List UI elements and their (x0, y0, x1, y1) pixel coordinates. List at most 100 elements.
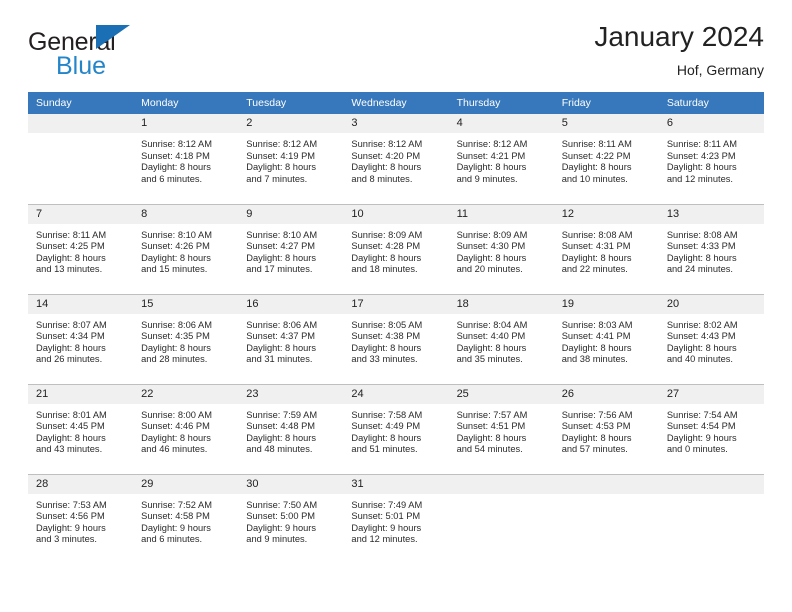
calendar-day-cell[interactable]: 30 Sunrise: 7:50 AM Sunset: 5:00 PM Dayligh… (238, 473, 344, 564)
daylight-text-line2: and 48 minutes. (246, 444, 313, 455)
calendar-day-cell[interactable]: 21 Sunrise: 8:01 AM Sunset: 4:45 PM Dayligh… (28, 383, 134, 474)
sunset-text: Sunset: 4:46 PM (141, 421, 210, 432)
daylight-text-line1: Daylight: 8 hours (36, 252, 106, 263)
calendar-day-cell[interactable]: 27 Sunrise: 7:54 AM Sunset: 4:54 PM Dayligh… (658, 383, 764, 474)
sunrise-text: Sunrise: 8:11 AM (36, 229, 107, 240)
calendar-day-cell[interactable]: 12 Sunrise: 8:08 AM Sunset: 4:31 PM Dayligh… (553, 203, 659, 294)
calendar-day-cell[interactable]: 29 Sunrise: 7:52 AM Sunset: 4:58 PM Dayligh… (133, 473, 239, 564)
calendar-day-cell[interactable]: 3 Sunrise: 8:12 AM Sunset: 4:20 PM Daylight… (343, 114, 449, 204)
daylight-text-line1: Daylight: 9 hours (666, 432, 737, 443)
daylight-text-line1: Daylight: 8 hours (561, 252, 632, 263)
daylight-text-line2: and 26 minutes. (36, 354, 103, 365)
day-number: 23 (238, 384, 344, 404)
calendar-day-cell[interactable]: 1 Sunrise: 8:12 AM Sunset: 4:18 PM Daylight… (133, 114, 239, 204)
daylight-text-line1: Daylight: 8 hours (246, 342, 317, 353)
daylight-text-line1: Daylight: 9 hours (246, 522, 317, 533)
calendar-day-cell[interactable]: 24 Sunrise: 7:58 AM Sunset: 4:49 PM Dayligh… (343, 383, 449, 474)
day-details: Sunrise: 8:06 AM Sunset: 4:35 PM Daylight:… (133, 314, 238, 366)
day-details: Sunrise: 8:06 AM Sunset: 4:37 PM Daylight:… (238, 314, 343, 366)
day-details: Sunrise: 8:01 AM Sunset: 4:45 PM Daylight:… (28, 404, 133, 456)
calendar-day-cell[interactable]: 7 Sunrise: 8:11 AM Sunset: 4:25 PM Daylight… (28, 203, 134, 294)
calendar-body: 1 Sunrise: 8:12 AM Sunset: 4:18 PM Daylight… (28, 114, 764, 564)
daylight-text-line2: and 38 minutes. (561, 354, 628, 365)
calendar-day-cell[interactable]: 20 Sunrise: 8:02 AM Sunset: 4:43 PM Dayligh… (658, 293, 764, 384)
day-details: Sunrise: 7:57 AM Sunset: 4:51 PM Daylight:… (449, 404, 554, 456)
daylight-text-line1: Daylight: 8 hours (351, 162, 422, 173)
day-details: Sunrise: 8:03 AM Sunset: 4:41 PM Daylight:… (554, 314, 659, 366)
calendar-day-cell[interactable]: 16 Sunrise: 8:06 AM Sunset: 4:37 PM Dayligh… (238, 293, 344, 384)
day-details: Sunrise: 7:53 AM Sunset: 4:56 PM Daylight:… (28, 494, 133, 546)
calendar-day-cell[interactable]: 6 Sunrise: 8:11 AM Sunset: 4:23 PM Daylight… (658, 114, 764, 204)
sunset-text: Sunset: 4:58 PM (141, 511, 210, 522)
calendar-day-cell[interactable]: 18 Sunrise: 8:04 AM Sunset: 4:40 PM Dayligh… (448, 293, 554, 384)
day-number (553, 474, 659, 494)
calendar-day-cell[interactable]: 11 Sunrise: 8:09 AM Sunset: 4:30 PM Dayligh… (448, 203, 554, 294)
sunset-text: Sunset: 4:28 PM (351, 241, 421, 252)
day-details: Sunrise: 8:04 AM Sunset: 4:40 PM Daylight:… (449, 314, 554, 366)
calendar-day-cell[interactable]: 9 Sunrise: 8:10 AM Sunset: 4:27 PM Daylight… (238, 203, 344, 294)
day-details: Sunrise: 8:12 AM Sunset: 4:18 PM Daylight:… (133, 133, 238, 185)
sunrise-text: Sunrise: 8:12 AM (351, 139, 423, 149)
calendar-day-cell[interactable]: 26 Sunrise: 7:56 AM Sunset: 4:53 PM Dayligh… (553, 383, 659, 474)
calendar-day-cell[interactable]: 14 Sunrise: 8:07 AM Sunset: 4:34 PM Dayligh… (28, 293, 134, 384)
calendar-day-cell-empty (448, 473, 554, 564)
calendar-day-cell[interactable]: 31 Sunrise: 7:49 AM Sunset: 5:01 PM Dayligh… (343, 473, 449, 564)
daylight-text-line2: and 6 minutes. (141, 173, 203, 184)
day-number: 20 (658, 294, 764, 314)
daylight-text-line1: Daylight: 8 hours (561, 162, 632, 173)
day-number: 24 (343, 384, 449, 404)
calendar-day-cell[interactable]: 8 Sunrise: 8:10 AM Sunset: 4:26 PM Daylight… (133, 203, 239, 294)
daylight-text-line1: Daylight: 8 hours (456, 432, 527, 443)
calendar-day-cell[interactable]: 23 Sunrise: 7:59 AM Sunset: 4:48 PM Dayligh… (238, 383, 344, 474)
day-number: 3 (343, 114, 449, 133)
calendar-day-cell[interactable]: 5 Sunrise: 8:11 AM Sunset: 4:22 PM Daylight… (553, 114, 659, 204)
daylight-text-line2: and 12 minutes. (666, 173, 733, 184)
calendar-day-cell[interactable]: 17 Sunrise: 8:05 AM Sunset: 4:38 PM Dayligh… (343, 293, 449, 384)
calendar-week-row: 14 Sunrise: 8:07 AM Sunset: 4:34 PM Dayligh… (28, 293, 764, 384)
calendar-day-cell-empty (553, 473, 659, 564)
weekday-header-friday: Friday (553, 92, 659, 114)
calendar-day-cell[interactable]: 4 Sunrise: 8:12 AM Sunset: 4:21 PM Daylight… (448, 114, 554, 204)
sunset-text: Sunset: 4:19 PM (246, 150, 316, 161)
calendar-week-row: 7 Sunrise: 8:11 AM Sunset: 4:25 PM Daylight… (28, 203, 764, 294)
day-details: Sunrise: 7:56 AM Sunset: 4:53 PM Daylight:… (554, 404, 659, 456)
day-details: Sunrise: 8:12 AM Sunset: 4:20 PM Daylight:… (343, 133, 448, 185)
daylight-text-line1: Daylight: 9 hours (36, 522, 106, 533)
sunset-text: Sunset: 4:31 PM (561, 241, 631, 252)
day-number: 14 (28, 294, 134, 314)
daylight-text-line2: and 0 minutes. (666, 444, 728, 455)
sunset-text: Sunset: 4:41 PM (561, 331, 631, 342)
weekday-header-monday: Monday (133, 92, 239, 114)
calendar-day-cell[interactable]: 22 Sunrise: 8:00 AM Sunset: 4:46 PM Dayligh… (133, 383, 239, 474)
daylight-text-line2: and 10 minutes. (561, 173, 628, 184)
sunrise-text: Sunrise: 7:50 AM (246, 499, 318, 510)
daylight-text-line2: and 8 minutes. (351, 173, 413, 184)
day-details: Sunrise: 8:12 AM Sunset: 4:21 PM Daylight:… (449, 133, 554, 185)
daylight-text-line2: and 9 minutes. (246, 534, 308, 545)
day-number: 31 (343, 474, 449, 494)
daylight-text-line1: Daylight: 8 hours (351, 342, 422, 353)
calendar-day-cell[interactable]: 19 Sunrise: 8:03 AM Sunset: 4:41 PM Dayligh… (553, 293, 659, 384)
day-number: 6 (658, 114, 764, 133)
daylight-text-line2: and 20 minutes. (456, 264, 523, 275)
sunset-text: Sunset: 4:20 PM (351, 150, 421, 161)
daylight-text-line2: and 9 minutes. (456, 173, 518, 184)
sunrise-text: Sunrise: 8:12 AM (456, 139, 528, 149)
calendar-day-cell[interactable]: 10 Sunrise: 8:09 AM Sunset: 4:28 PM Dayligh… (343, 203, 449, 294)
weekday-header-saturday: Saturday (658, 92, 764, 114)
sunrise-text: Sunrise: 8:09 AM (351, 229, 423, 240)
title-block: January 2024 Hof, Germany (594, 21, 764, 78)
weekday-header-thursday: Thursday (448, 92, 554, 114)
sunset-text: Sunset: 4:21 PM (456, 150, 526, 161)
daylight-text-line1: Daylight: 9 hours (141, 522, 211, 533)
calendar-day-cell[interactable]: 2 Sunrise: 8:12 AM Sunset: 4:19 PM Daylight… (238, 114, 344, 204)
sunrise-text: Sunrise: 8:10 AM (246, 229, 318, 240)
calendar-day-cell[interactable]: 13 Sunrise: 8:08 AM Sunset: 4:33 PM Dayligh… (658, 203, 764, 294)
daylight-text-line1: Daylight: 8 hours (36, 432, 106, 443)
calendar-day-cell[interactable]: 15 Sunrise: 8:06 AM Sunset: 4:35 PM Dayligh… (133, 293, 239, 384)
day-details: Sunrise: 8:00 AM Sunset: 4:46 PM Daylight:… (133, 404, 238, 456)
calendar-day-cell[interactable]: 25 Sunrise: 7:57 AM Sunset: 4:51 PM Dayligh… (448, 383, 554, 474)
calendar-day-cell[interactable]: 28 Sunrise: 7:53 AM Sunset: 4:56 PM Dayligh… (28, 473, 134, 564)
daylight-text-line2: and 31 minutes. (246, 354, 313, 365)
daylight-text-line1: Daylight: 8 hours (246, 162, 317, 173)
